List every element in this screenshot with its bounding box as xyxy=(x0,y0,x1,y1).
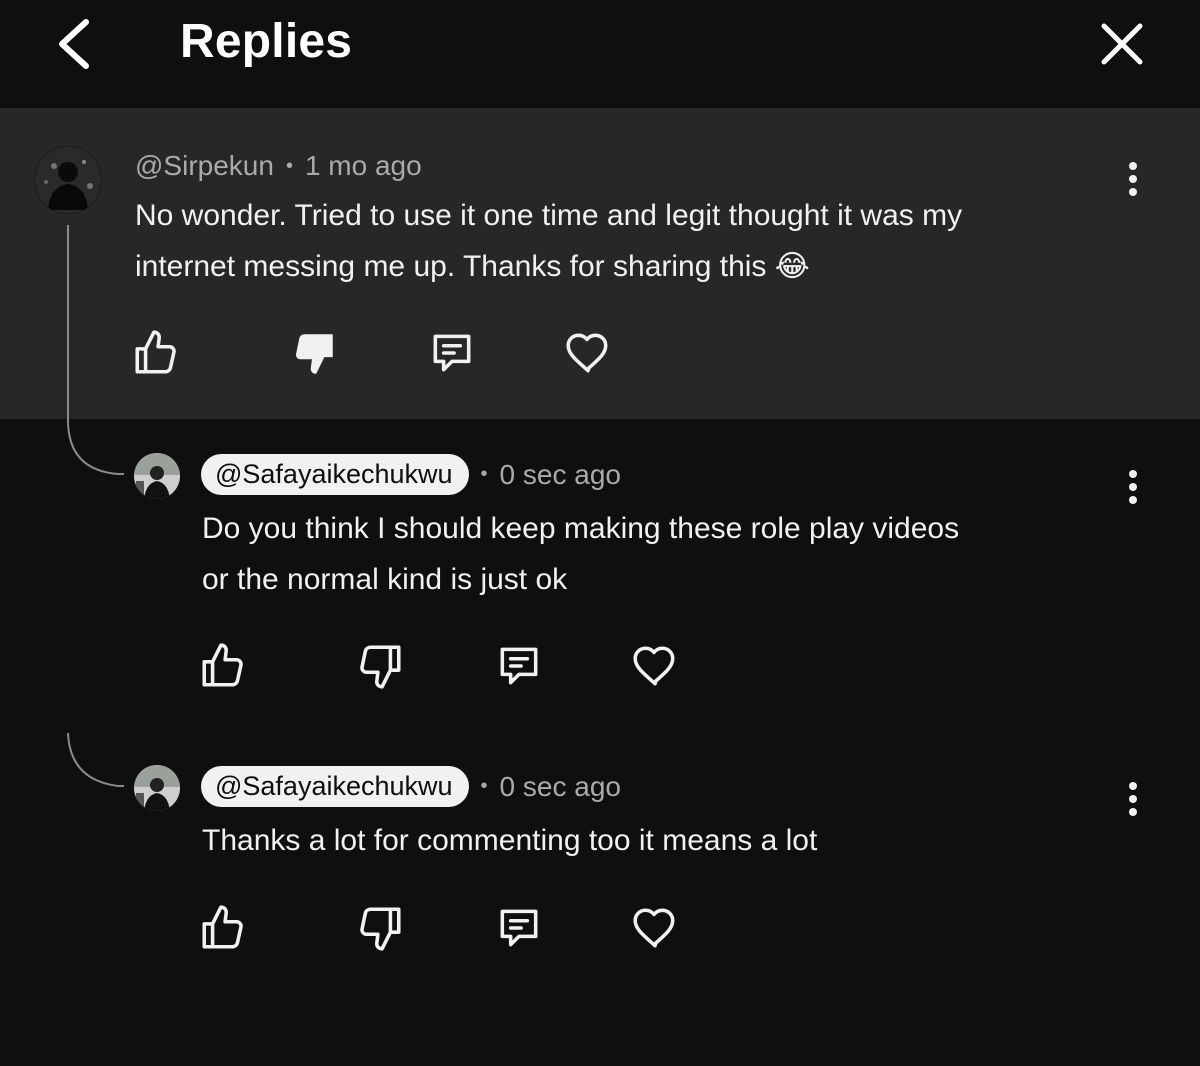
dislike-button[interactable] xyxy=(355,641,405,691)
avatar[interactable] xyxy=(134,453,180,499)
like-button[interactable] xyxy=(198,641,248,691)
reply-button[interactable] xyxy=(427,328,477,378)
thumbs-up-icon xyxy=(202,905,243,949)
author-handle-pill[interactable]: @Safayaikechukwu xyxy=(201,766,469,807)
more-options-button[interactable] xyxy=(1121,466,1145,510)
avatar[interactable] xyxy=(34,146,102,214)
thumbs-down-icon xyxy=(360,645,401,689)
reply-comment-icon xyxy=(500,909,538,947)
thumbs-down-icon xyxy=(295,334,333,374)
comment-time: 0 sec ago xyxy=(499,458,621,490)
comment-text-line: No wonder. Tried to use it one time and … xyxy=(135,199,963,232)
more-options-button[interactable] xyxy=(1121,778,1145,822)
close-button[interactable] xyxy=(1098,20,1146,68)
comment-text-line: internet messing me up. Thanks for shari… xyxy=(135,250,810,283)
reply-button[interactable] xyxy=(494,641,544,691)
close-icon xyxy=(1101,23,1143,65)
meta-separator: • xyxy=(480,775,488,797)
comment-time: 0 sec ago xyxy=(499,770,621,802)
reply-comment-icon xyxy=(500,647,538,685)
reply-comment-icon xyxy=(433,334,471,372)
heart-button[interactable] xyxy=(630,903,680,953)
meta-separator: • xyxy=(285,154,293,177)
comment-text: Do you think I should keep making these … xyxy=(202,503,959,605)
comment-time: 1 mo ago xyxy=(304,150,422,181)
thumbs-up-icon xyxy=(135,330,176,374)
author-handle[interactable]: @Sirpekun xyxy=(135,150,274,182)
dislike-button[interactable] xyxy=(289,328,339,378)
back-button[interactable] xyxy=(52,14,100,74)
comment-text-line: Do you think I should keep making these … xyxy=(202,512,960,545)
avatar[interactable] xyxy=(134,765,180,811)
heart-button[interactable] xyxy=(563,328,613,378)
reply-button[interactable] xyxy=(494,903,544,953)
comment-meta: @Safayaikechukwu • 0 sec ago xyxy=(201,454,621,495)
like-button[interactable] xyxy=(131,328,181,378)
comment-text-line: or the normal kind is just ok xyxy=(202,563,568,596)
thumbs-up-icon xyxy=(202,643,243,687)
dislike-button[interactable] xyxy=(355,903,405,953)
comment-meta: @Safayaikechukwu • 0 sec ago xyxy=(201,766,621,807)
heart-button[interactable] xyxy=(630,641,680,691)
parent-comment: @Sirpekun • 1 mo ago No wonder. Tried to… xyxy=(0,110,1200,419)
comment-text-line: Thanks a lot for commenting too it means… xyxy=(202,824,818,857)
comment-text: Thanks a lot for commenting too it means… xyxy=(202,815,817,866)
comment-text: No wonder. Tried to use it one time and … xyxy=(135,190,962,292)
thumbs-down-icon xyxy=(360,907,401,951)
like-button[interactable] xyxy=(198,903,248,953)
comment-meta: @Sirpekun • 1 mo ago xyxy=(135,150,422,182)
more-options-button[interactable] xyxy=(1121,158,1145,202)
meta-separator: • xyxy=(480,463,488,485)
heart-icon xyxy=(633,646,675,686)
heart-icon xyxy=(566,333,608,373)
chevron-left-icon xyxy=(59,19,89,69)
heart-icon xyxy=(633,908,675,948)
header-bar: Replies xyxy=(0,0,1200,110)
page-title: Replies xyxy=(180,15,353,68)
author-handle-pill[interactable]: @Safayaikechukwu xyxy=(201,454,469,495)
